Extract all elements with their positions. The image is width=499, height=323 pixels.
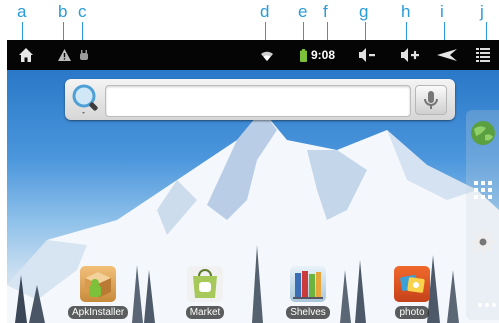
leader-j [486, 22, 487, 40]
more-dots-icon[interactable] [477, 296, 497, 307]
app-photo[interactable]: photo [382, 266, 442, 320]
browser-globe-icon[interactable] [470, 120, 496, 146]
warning-icon [54, 40, 74, 70]
usb-debug-icon [74, 40, 94, 70]
clock: 9:08 [310, 48, 336, 62]
menu-icon[interactable] [473, 40, 493, 70]
shelves-icon [290, 266, 326, 302]
callout-b: b [58, 2, 68, 21]
app-label: ApkInstaller [68, 306, 129, 319]
side-launcher-panel [466, 110, 499, 320]
search-widget [65, 79, 455, 120]
leader-f [327, 22, 328, 40]
app-label: Shelves [286, 306, 330, 319]
back-icon[interactable] [435, 40, 459, 70]
search-icon[interactable] [71, 83, 101, 115]
app-apkinstaller[interactable]: ApkInstaller [68, 266, 129, 320]
volume-down-icon[interactable] [355, 40, 379, 70]
callout-a: a [17, 2, 27, 21]
callout-c: c [78, 2, 87, 21]
leader-a [22, 22, 23, 40]
volume-up-icon[interactable] [397, 40, 423, 70]
microphone-icon [424, 91, 438, 109]
voice-search-button[interactable] [415, 85, 447, 115]
callout-h: h [401, 2, 411, 21]
callout-f: f [323, 2, 328, 21]
app-drawer-grid-icon[interactable] [473, 180, 493, 200]
battery-icon [298, 40, 308, 70]
app-market[interactable]: Market [175, 266, 235, 320]
apkinstaller-icon [80, 266, 116, 302]
leader-c [82, 22, 83, 40]
callout-e: e [298, 2, 308, 21]
app-label: photo [395, 306, 429, 319]
search-input[interactable] [105, 85, 411, 117]
callout-row: a b c d e f g h i j [0, 0, 499, 40]
app-label: Market [185, 306, 225, 319]
app-shelves[interactable]: Shelves [278, 266, 338, 320]
leader-i [444, 22, 445, 40]
callout-j: j [480, 2, 484, 21]
leader-e [303, 22, 304, 40]
wifi-icon [256, 40, 278, 70]
home-screen: ApkInstaller Market Shelves photo [7, 70, 499, 323]
callout-i: i [440, 2, 444, 21]
leader-h [406, 22, 407, 40]
settings-gear-icon[interactable] [471, 230, 495, 254]
market-icon [187, 266, 223, 302]
leader-b [63, 22, 64, 40]
leader-d [265, 22, 266, 40]
photo-icon [394, 266, 430, 302]
callout-g: g [359, 2, 369, 21]
status-bar: 9:08 [7, 40, 499, 70]
home-icon[interactable] [14, 40, 38, 70]
leader-g [365, 22, 366, 40]
callout-d: d [260, 2, 270, 21]
